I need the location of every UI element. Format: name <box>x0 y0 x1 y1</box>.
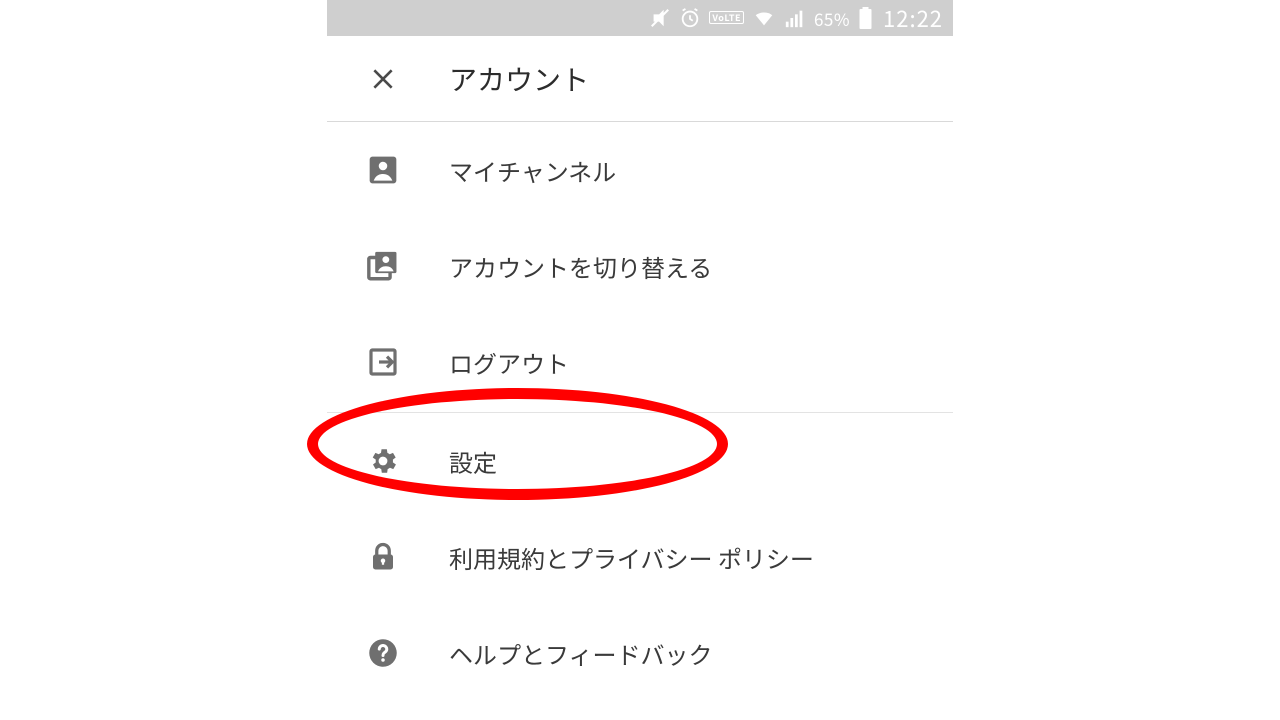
wifi-icon <box>752 7 776 29</box>
menu-label: ヘルプとフィードバック <box>449 636 713 671</box>
close-button[interactable] <box>363 66 403 92</box>
phone-frame: VoLTE 65% 12:22 アカウント マイチャンネル ア <box>327 0 953 701</box>
menu-item-logout[interactable]: ログアウト <box>327 314 953 410</box>
menu-item-terms[interactable]: 利用規約とプライバシー ポリシー <box>327 509 953 605</box>
menu-label: 利用規約とプライバシー ポリシー <box>449 540 814 575</box>
switch-account-icon <box>363 249 403 283</box>
menu-list: マイチャンネル アカウントを切り替える ログアウト 設定 利用規約と <box>327 122 953 701</box>
logout-icon <box>363 346 403 378</box>
menu-label: マイチャンネル <box>449 153 616 188</box>
status-clock: 12:22 <box>883 2 943 34</box>
gear-icon <box>363 445 403 477</box>
battery-percent: 65% <box>814 6 850 31</box>
battery-icon <box>858 7 873 29</box>
signal-icon <box>784 7 806 29</box>
page-header: アカウント <box>327 36 953 122</box>
menu-item-my-channel[interactable]: マイチャンネル <box>327 122 953 218</box>
menu-item-switch-account[interactable]: アカウントを切り替える <box>327 218 953 314</box>
person-icon <box>363 154 403 186</box>
volte-badge: VoLTE <box>709 11 744 24</box>
alarm-icon <box>679 7 701 29</box>
status-bar: VoLTE 65% 12:22 <box>327 0 953 36</box>
help-icon <box>363 638 403 668</box>
menu-item-help[interactable]: ヘルプとフィードバック <box>327 605 953 701</box>
mute-icon <box>649 7 671 29</box>
page-title: アカウント <box>449 59 589 99</box>
menu-label: 設定 <box>449 444 497 479</box>
menu-label: アカウントを切り替える <box>449 249 712 284</box>
lock-icon <box>363 542 403 572</box>
menu-item-settings[interactable]: 設定 <box>327 413 953 509</box>
menu-label: ログアウト <box>449 345 569 380</box>
